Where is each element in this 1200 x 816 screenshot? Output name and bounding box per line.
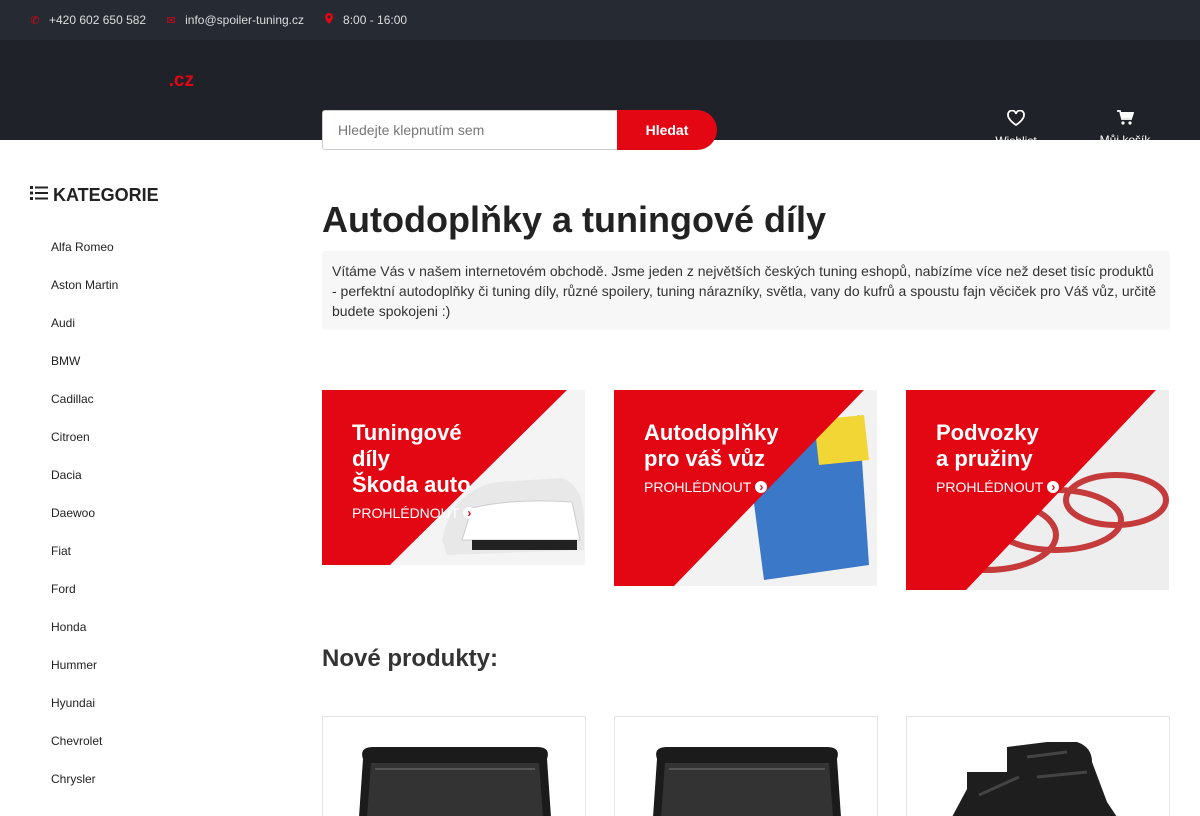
arrow-circle-right-icon: › xyxy=(755,481,768,493)
new-products-title: Nové produkty: xyxy=(322,645,499,672)
sidebar-title-text: KATEGORIE xyxy=(53,184,159,205)
envelope-icon: ✉ xyxy=(166,14,176,27)
wishlist-label: Wishlist xyxy=(995,134,1037,148)
category-item[interactable]: Chrysler xyxy=(30,760,290,798)
sidebar-title: KATEGORIE xyxy=(30,180,290,210)
category-item[interactable]: Aston Martin xyxy=(30,266,290,304)
search-form: Hledat xyxy=(322,110,717,150)
category-item[interactable]: Alfa Romeo xyxy=(30,228,290,266)
product-card[interactable] xyxy=(322,716,586,816)
category-item[interactable]: Hyundai xyxy=(30,684,290,722)
product-card[interactable] xyxy=(906,716,1170,816)
cart-label: Můj košík xyxy=(1099,133,1151,147)
banner-skoda-parts[interactable]: Tuningové díly Škoda auto PROHLÉDNOUT › xyxy=(322,390,585,565)
banner-heading: Tuningové díly Škoda auto xyxy=(352,420,471,497)
category-item[interactable]: Honda xyxy=(30,608,290,646)
category-sidebar: KATEGORIE Alfa Romeo Aston Martin Audi B… xyxy=(30,180,290,798)
cart-icon xyxy=(1092,110,1158,130)
phone-icon: ✆ xyxy=(30,14,40,27)
cart-button[interactable]: Můj košík xyxy=(1092,110,1158,147)
product-card[interactable] xyxy=(614,716,878,816)
wishlist-button[interactable]: Wishlist xyxy=(985,109,1047,148)
banner-link[interactable]: PROHLÉDNOUT › xyxy=(352,505,476,521)
main-content: Autodoplňky a tuningové díly Vítáme Vás … xyxy=(322,180,1170,816)
arrow-circle-right-icon: › xyxy=(463,507,476,519)
hours-text: 8:00 - 16:00 xyxy=(343,13,408,27)
page-title: Autodoplňky a tuningové díly xyxy=(322,199,826,240)
banner-text: Autodoplňky pro váš vůz PROHLÉDNOUT › xyxy=(644,420,778,495)
category-list: Alfa Romeo Aston Martin Audi BMW Cadilla… xyxy=(30,228,290,798)
email-text: info@spoiler-tuning.cz xyxy=(185,13,305,27)
opening-hours: 8:00 - 16:00 xyxy=(324,13,407,27)
trunk-mat-image xyxy=(653,747,841,816)
intro-text: Vítáme Vás v našem internetovém obchodě.… xyxy=(322,251,1170,330)
banner-heading: Autodoplňky pro váš vůz xyxy=(644,420,779,471)
category-item[interactable]: Cadillac xyxy=(30,380,290,418)
phone-text: +420 602 650 582 xyxy=(49,13,147,27)
list-icon xyxy=(30,184,48,207)
top-contact-bar: ✆ +420 602 650 582 ✉ info@spoiler-tuning… xyxy=(0,0,1200,40)
category-item[interactable]: BMW xyxy=(30,342,290,380)
site-header: spoiler-tuning .cz Hledat Wishlist Můj k… xyxy=(0,40,1200,278)
map-marker-icon xyxy=(324,13,334,27)
category-item[interactable]: Chevrolet xyxy=(30,722,290,760)
floor-mat-image xyxy=(952,742,1117,816)
product-grid xyxy=(322,716,1172,816)
heart-icon xyxy=(985,109,1047,131)
banner-link-text: PROHLÉDNOUT xyxy=(352,505,460,521)
banner-accessories[interactable]: Autodoplňky pro váš vůz PROHLÉDNOUT › xyxy=(614,390,877,586)
search-input[interactable] xyxy=(322,110,617,150)
category-item[interactable]: Dacia xyxy=(30,456,290,494)
category-item[interactable]: Citroen xyxy=(30,418,290,456)
banner-text: Tuningové díly Škoda auto PROHLÉDNOUT › xyxy=(352,420,476,521)
logo-tld-text: .cz xyxy=(168,70,194,91)
site-logo[interactable]: spoiler-tuning .cz xyxy=(30,70,513,278)
banner-link[interactable]: PROHLÉDNOUT › xyxy=(644,479,778,495)
banner-link-text: PROHLÉDNOUT xyxy=(936,479,1044,495)
category-item[interactable]: Ford xyxy=(30,570,290,608)
banner-heading: Podvozky a pružiny xyxy=(936,420,1039,471)
trunk-mat-image xyxy=(359,747,551,816)
promo-banners: Tuningové díly Škoda auto PROHLÉDNOUT › … xyxy=(322,390,1170,590)
search-button[interactable]: Hledat xyxy=(617,110,717,150)
arrow-circle-right-icon: › xyxy=(1047,481,1060,493)
category-item[interactable]: Audi xyxy=(30,304,290,342)
contact-phone[interactable]: ✆ +420 602 650 582 xyxy=(30,13,146,27)
banner-text: Podvozky a pružiny PROHLÉDNOUT › xyxy=(936,420,1060,495)
category-item[interactable]: Hummer xyxy=(30,646,290,684)
banner-suspension[interactable]: Podvozky a pružiny PROHLÉDNOUT › xyxy=(906,390,1169,590)
banner-link-text: PROHLÉDNOUT xyxy=(644,479,752,495)
category-item[interactable]: Daewoo xyxy=(30,494,290,532)
contact-email[interactable]: ✉ info@spoiler-tuning.cz xyxy=(166,13,305,27)
category-item[interactable]: Fiat xyxy=(30,532,290,570)
banner-link[interactable]: PROHLÉDNOUT › xyxy=(936,479,1060,495)
